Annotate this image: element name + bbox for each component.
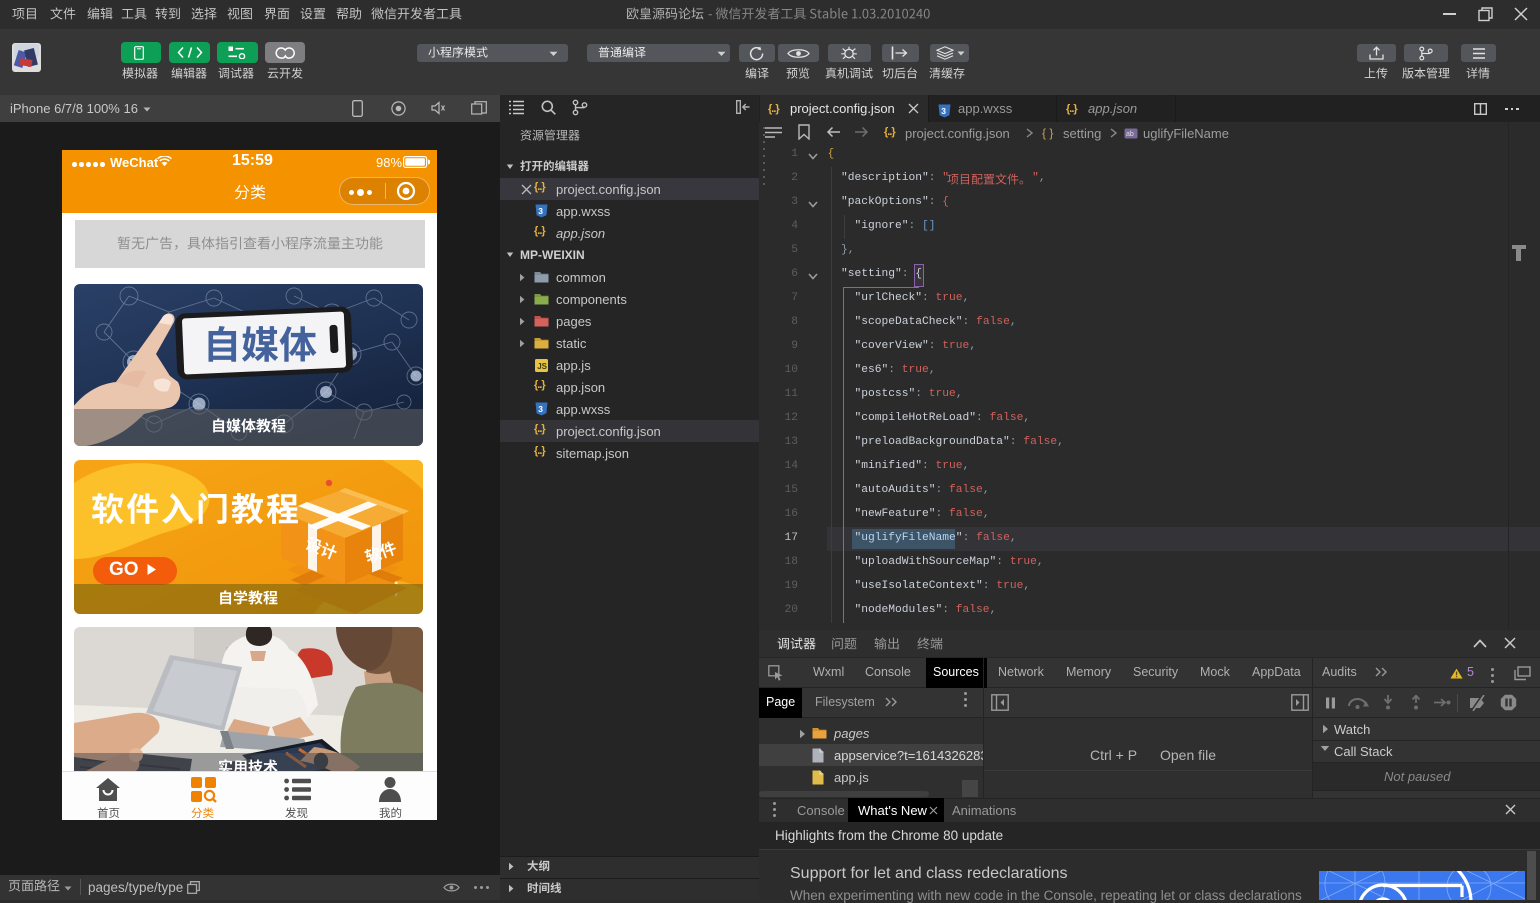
svg-text:3: 3 (941, 106, 946, 116)
svg-text:3: 3 (538, 404, 543, 414)
svg-text:JS: JS (537, 362, 547, 371)
svg-text:3: 3 (538, 206, 543, 216)
svg-text:ab: ab (1126, 131, 1134, 138)
